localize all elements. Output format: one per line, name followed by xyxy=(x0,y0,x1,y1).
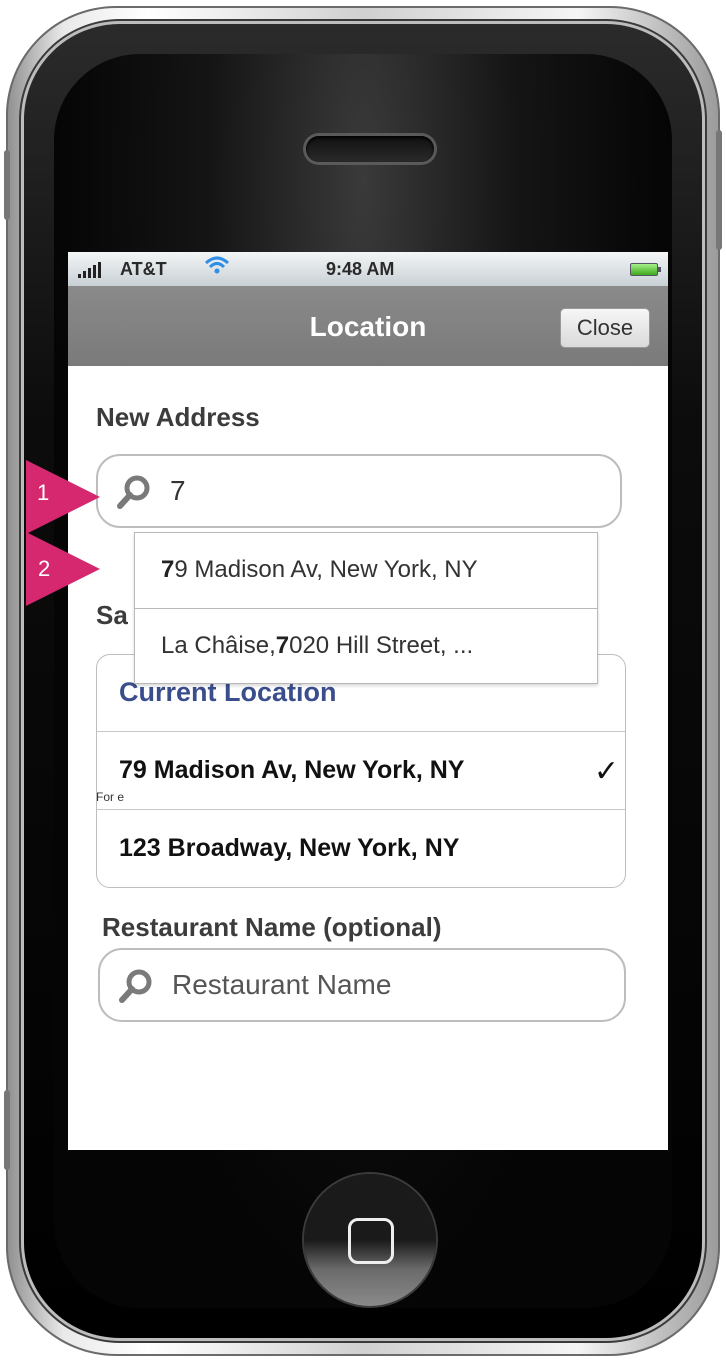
saved-address-row[interactable]: 79 Madison Av, New York, NY ✓ xyxy=(97,731,625,809)
close-button[interactable]: Close xyxy=(560,308,650,348)
suggestion-match: 7 xyxy=(275,631,290,659)
side-button xyxy=(716,130,722,250)
search-icon xyxy=(119,969,152,1003)
carrier-label: AT&T xyxy=(120,259,167,279)
annotation-marker-1: 1 xyxy=(26,460,100,534)
battery-icon xyxy=(630,263,661,276)
home-button[interactable] xyxy=(304,1174,436,1306)
restaurant-name-placeholder: Restaurant Name xyxy=(172,969,392,1000)
checkmark-icon: ✓ xyxy=(593,755,619,788)
suggestion-text: 9 Madison Av, New York, NY xyxy=(174,556,478,583)
suggestion-prefix: La Châise, xyxy=(161,631,276,659)
autocomplete-dropdown: 79 Madison Av, New York, NY La Châise, 7… xyxy=(134,532,598,684)
screen: AT&T 9:48 AM Location Close New Address … xyxy=(68,252,668,1150)
side-button xyxy=(4,150,10,220)
suggestion-text: 020 Hill Street, ... xyxy=(289,631,474,659)
navigation-bar: Location Close xyxy=(68,286,668,366)
signal-icon xyxy=(78,262,101,278)
saved-addresses-list: Current Location 79 Madison Av, New York… xyxy=(96,654,626,888)
earpiece-speaker xyxy=(306,136,434,162)
search-icon xyxy=(117,475,150,509)
clock: 9:48 AM xyxy=(326,259,395,279)
saved-address-row[interactable]: 123 Broadway, New York, NY xyxy=(97,809,625,887)
new-address-value: 7 xyxy=(170,475,186,506)
restaurant-name-label: Restaurant Name (optional) xyxy=(102,912,442,942)
suggestion-match: 7 xyxy=(161,556,175,583)
list-item-label: 79 Madison Av, New York, NY xyxy=(119,756,465,784)
new-address-input[interactable]: 7 xyxy=(96,454,622,528)
suggestion-item[interactable]: La Châise, 7 020 Hill Street, ... xyxy=(135,608,597,682)
annotation-marker-2: 2 xyxy=(26,532,100,606)
list-item-label: 123 Broadway, New York, NY xyxy=(119,834,460,862)
saved-addresses-label: Sa xyxy=(96,600,128,630)
status-bar: AT&T 9:48 AM xyxy=(68,252,668,286)
restaurant-name-input[interactable]: Restaurant Name xyxy=(98,948,626,1022)
suggestion-item[interactable]: 79 Madison Av, New York, NY xyxy=(135,533,597,607)
side-button xyxy=(4,1090,10,1170)
home-icon xyxy=(348,1218,394,1264)
wifi-icon xyxy=(204,256,230,274)
new-address-label: New Address xyxy=(96,402,260,432)
